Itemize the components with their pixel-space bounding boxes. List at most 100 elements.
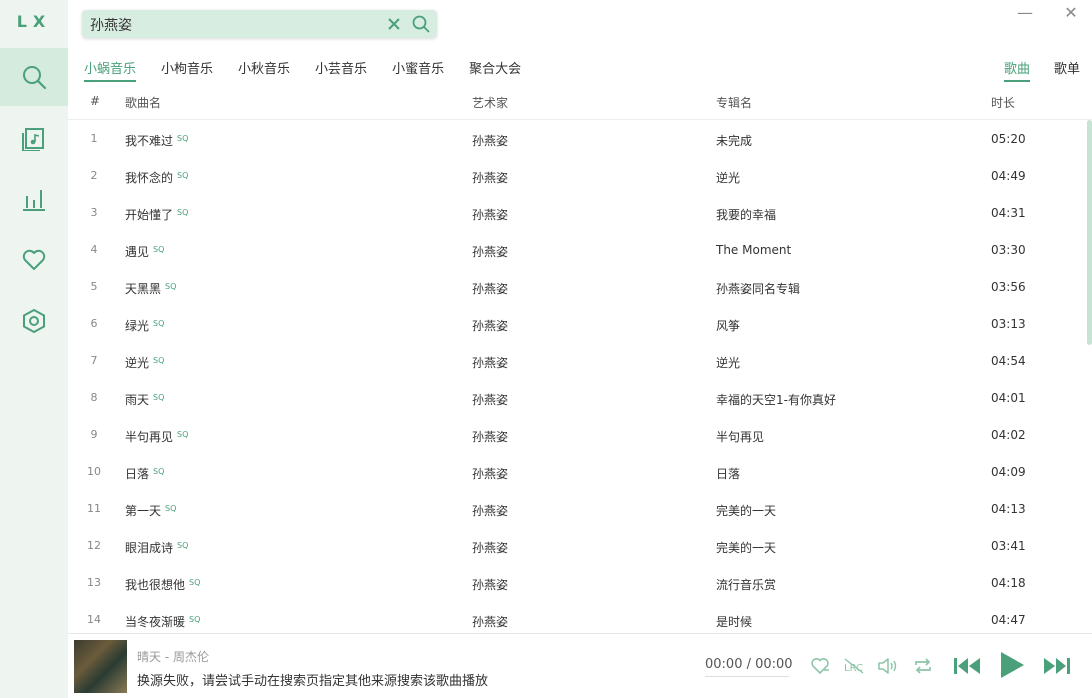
- tab-source-1[interactable]: 小蜗音乐: [84, 58, 137, 82]
- artist-name[interactable]: 孙燕姿: [472, 539, 508, 556]
- artist-name[interactable]: 孙燕姿: [472, 502, 508, 519]
- row-number: 4: [90, 243, 98, 256]
- nav-search[interactable]: [0, 48, 68, 106]
- row-number: 12: [87, 539, 101, 552]
- bar-chart-icon: [23, 190, 45, 211]
- table-row[interactable]: 7 逆光 SQ 孙燕姿 逆光 04:54: [68, 342, 1092, 379]
- song-name[interactable]: 我不难过 SQ: [125, 132, 188, 149]
- volume-button[interactable]: [876, 655, 900, 677]
- album-name[interactable]: 逆光: [716, 354, 740, 371]
- tab-source-4[interactable]: 小芸音乐: [315, 58, 367, 82]
- album-name[interactable]: 是时候: [716, 613, 752, 630]
- table-header: # 歌曲名 艺术家 专辑名 时长: [68, 84, 1092, 120]
- duration: 03:41: [991, 539, 1026, 553]
- search-button[interactable]: [410, 13, 432, 35]
- artist-name[interactable]: 孙燕姿: [472, 465, 508, 482]
- nav-settings[interactable]: [0, 292, 68, 350]
- table-row[interactable]: 12 眼泪成诗 SQ 孙燕姿 完美的一天 03:41: [68, 527, 1092, 564]
- song-name[interactable]: 雨天 SQ: [125, 391, 164, 408]
- nav-playlist[interactable]: [0, 109, 68, 167]
- quality-badge: SQ: [153, 393, 165, 402]
- table-row[interactable]: 5 天黑黑 SQ 孙燕姿 孙燕姿同名专辑 03:56: [68, 268, 1092, 305]
- source-tabs: 小蜗音乐 小枸音乐 小秋音乐 小芸音乐 小蜜音乐 聚合大会: [84, 58, 546, 82]
- artist-name[interactable]: 孙燕姿: [472, 206, 508, 223]
- tab-playlists[interactable]: 歌单: [1054, 58, 1080, 82]
- song-name[interactable]: 半句再见 SQ: [125, 428, 188, 445]
- artist-name[interactable]: 孙燕姿: [472, 243, 508, 260]
- play-icon: [1001, 652, 1024, 678]
- table-row[interactable]: 8 雨天 SQ 孙燕姿 幸福的天空1-有你真好 04:01: [68, 379, 1092, 416]
- song-name[interactable]: 遇见 SQ: [125, 243, 164, 260]
- song-name[interactable]: 第一天 SQ: [125, 502, 176, 519]
- row-number: 3: [90, 206, 98, 219]
- song-name[interactable]: 眼泪成诗 SQ: [125, 539, 188, 556]
- song-name[interactable]: 逆光 SQ: [125, 354, 164, 371]
- tab-songs[interactable]: 歌曲: [1003, 58, 1030, 82]
- table-row[interactable]: 6 绿光 SQ 孙燕姿 风筝 03:13: [68, 305, 1092, 342]
- now-playing-title: 晴天 - 周杰伦: [137, 650, 209, 664]
- lyrics-button[interactable]: LRC: [842, 655, 866, 677]
- song-name[interactable]: 我怀念的 SQ: [125, 169, 188, 186]
- album-name[interactable]: 半句再见: [716, 428, 764, 445]
- artist-name[interactable]: 孙燕姿: [472, 280, 508, 297]
- table-row[interactable]: 1 我不难过 SQ 孙燕姿 未完成 05:20: [68, 120, 1092, 157]
- next-button[interactable]: [1042, 653, 1072, 679]
- song-name[interactable]: 开始懂了 SQ: [125, 206, 188, 223]
- scrollbar[interactable]: [1087, 120, 1092, 345]
- repeat-button[interactable]: [911, 655, 935, 677]
- row-number: 8: [90, 391, 98, 404]
- duration: 04:49: [991, 169, 1026, 183]
- nav-favorites[interactable]: [0, 231, 68, 289]
- song-name[interactable]: 日落 SQ: [125, 465, 164, 482]
- tab-source-5[interactable]: 小蜜音乐: [392, 58, 444, 82]
- favorite-button[interactable]: [809, 655, 831, 677]
- song-name[interactable]: 我也很想他 SQ: [125, 576, 200, 593]
- artist-name[interactable]: 孙燕姿: [472, 428, 508, 445]
- tab-source-3[interactable]: 小秋音乐: [238, 58, 290, 82]
- song-name[interactable]: 当冬夜渐暖 SQ: [125, 613, 200, 630]
- album-name[interactable]: 幸福的天空1-有你真好: [716, 391, 836, 408]
- artist-name[interactable]: 孙燕姿: [472, 317, 508, 334]
- clear-search-button[interactable]: [384, 14, 404, 34]
- table-row[interactable]: 3 开始懂了 SQ 孙燕姿 我要的幸福 04:31: [68, 194, 1092, 231]
- album-name[interactable]: 完美的一天: [716, 539, 776, 556]
- progress-bar[interactable]: [705, 676, 789, 677]
- artist-name[interactable]: 孙燕姿: [472, 354, 508, 371]
- tab-source-6[interactable]: 聚合大会: [469, 58, 521, 82]
- table-row[interactable]: 14 当冬夜渐暖 SQ 孙燕姿 是时候 04:47: [68, 601, 1092, 634]
- nav-leaderboard[interactable]: [0, 170, 68, 228]
- song-name[interactable]: 天黑黑 SQ: [125, 280, 176, 297]
- artist-name[interactable]: 孙燕姿: [472, 576, 508, 593]
- album-name[interactable]: 流行音乐赏: [716, 576, 776, 593]
- minimize-button[interactable]: —: [1015, 3, 1035, 22]
- skip-previous-icon: [954, 658, 980, 674]
- artist-name[interactable]: 孙燕姿: [472, 169, 508, 186]
- album-name[interactable]: The Moment: [716, 243, 791, 257]
- artist-name[interactable]: 孙燕姿: [472, 132, 508, 149]
- artist-name[interactable]: 孙燕姿: [472, 613, 508, 630]
- row-number: 13: [87, 576, 101, 589]
- table-row[interactable]: 10 日落 SQ 孙燕姿 日落 04:09: [68, 453, 1092, 490]
- tab-source-2[interactable]: 小枸音乐: [161, 58, 213, 82]
- table-row[interactable]: 13 我也很想他 SQ 孙燕姿 流行音乐赏 04:18: [68, 564, 1092, 601]
- previous-button[interactable]: [952, 653, 982, 679]
- song-name[interactable]: 绿光 SQ: [125, 317, 164, 334]
- header-name: 歌曲名: [125, 96, 162, 110]
- artist-name[interactable]: 孙燕姿: [472, 391, 508, 408]
- song-title: 逆光: [125, 356, 150, 370]
- table-row[interactable]: 9 半句再见 SQ 孙燕姿 半句再见 04:02: [68, 416, 1092, 453]
- album-name[interactable]: 日落: [716, 465, 740, 482]
- search-input[interactable]: [88, 14, 382, 36]
- close-window-button[interactable]: ✕: [1061, 3, 1081, 22]
- album-name[interactable]: 我要的幸福: [716, 206, 776, 223]
- album-name[interactable]: 完美的一天: [716, 502, 776, 519]
- table-row[interactable]: 11 第一天 SQ 孙燕姿 完美的一天 04:13: [68, 490, 1092, 527]
- album-name[interactable]: 风筝: [716, 317, 740, 334]
- table-row[interactable]: 4 遇见 SQ 孙燕姿 The Moment 03:30: [68, 231, 1092, 268]
- album-name[interactable]: 孙燕姿同名专辑: [716, 280, 800, 297]
- album-name[interactable]: 未完成: [716, 132, 752, 149]
- album-cover[interactable]: [74, 640, 127, 693]
- play-button[interactable]: [997, 649, 1027, 681]
- album-name[interactable]: 逆光: [716, 169, 740, 186]
- table-row[interactable]: 2 我怀念的 SQ 孙燕姿 逆光 04:49: [68, 157, 1092, 194]
